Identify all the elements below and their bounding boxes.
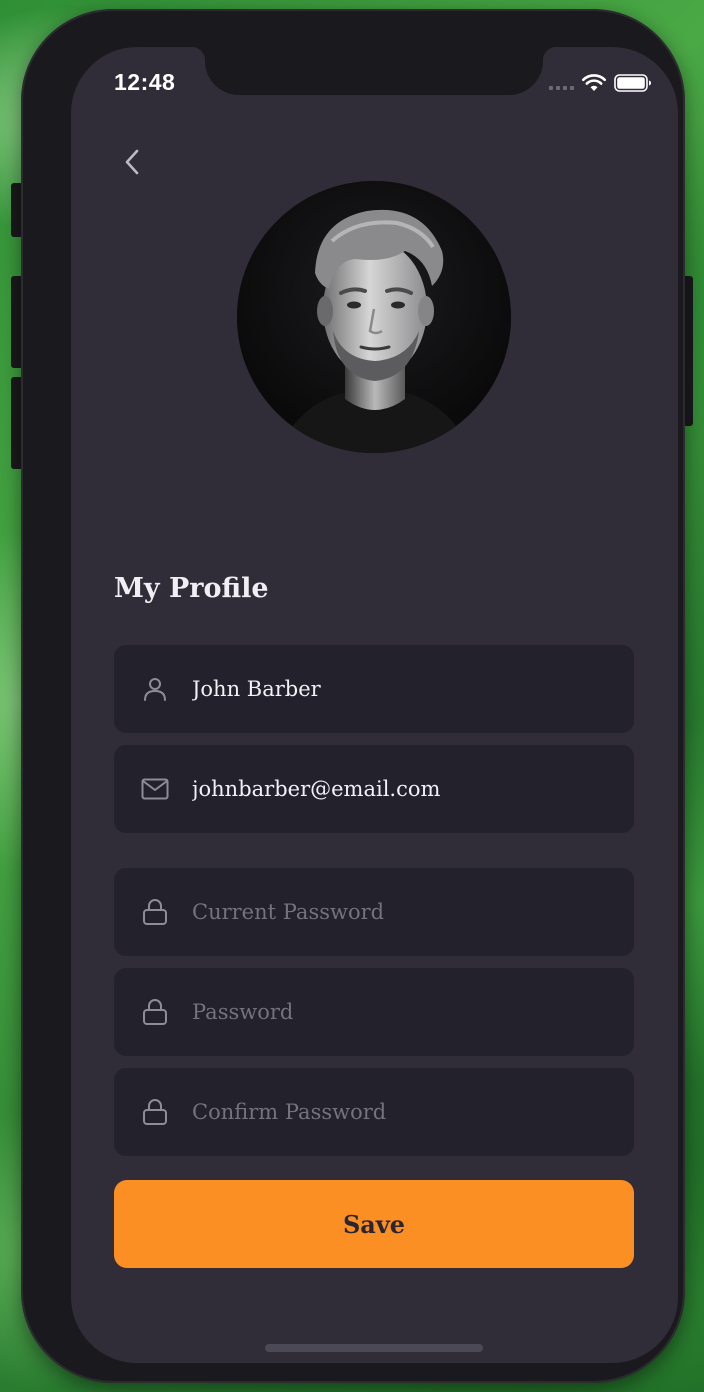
page-title: My Profile — [114, 573, 269, 604]
home-indicator[interactable] — [265, 1344, 483, 1352]
save-button[interactable]: Save — [114, 1180, 634, 1268]
current-password-input[interactable] — [192, 892, 634, 932]
current-password-field[interactable] — [114, 868, 634, 956]
status-time: 12:48 — [114, 69, 176, 95]
lock-icon — [140, 997, 170, 1027]
profile-avatar[interactable] — [237, 181, 511, 453]
signal-icon — [549, 76, 574, 90]
back-button[interactable] — [114, 140, 150, 184]
password-input[interactable] — [192, 992, 634, 1032]
name-field[interactable] — [114, 645, 634, 733]
password-field[interactable] — [114, 968, 634, 1056]
status-icons — [549, 73, 652, 93]
lock-icon — [140, 897, 170, 927]
user-icon — [140, 674, 170, 704]
confirm-password-field[interactable] — [114, 1068, 634, 1156]
wifi-icon — [582, 74, 606, 91]
profile-photo — [237, 181, 511, 453]
battery-icon — [614, 74, 651, 92]
phone-frame: 12:48 My Profile John Barber johnbarber@… — [21, 9, 685, 1383]
chevron-left-icon — [125, 149, 139, 175]
email-field[interactable] — [114, 745, 634, 833]
lock-icon — [140, 1097, 170, 1127]
mail-icon — [140, 774, 170, 804]
email-input[interactable] — [192, 769, 634, 809]
name-input[interactable] — [192, 669, 634, 709]
notch — [191, 47, 557, 95]
confirm-password-input[interactable] — [192, 1092, 634, 1132]
app-screen: 12:48 My Profile John Barber johnbarber@… — [71, 47, 678, 1363]
